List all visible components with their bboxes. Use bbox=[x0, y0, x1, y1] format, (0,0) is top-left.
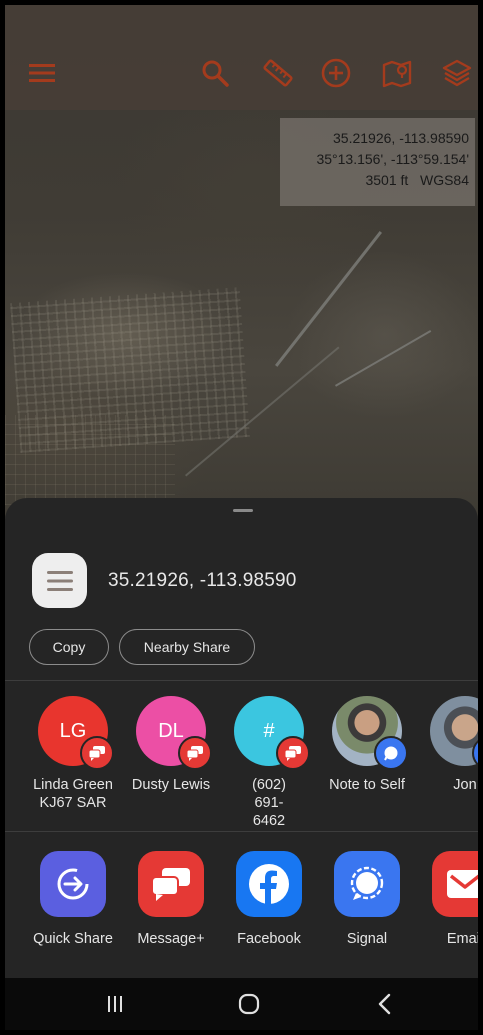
divider bbox=[5, 831, 478, 832]
map-pin-icon[interactable] bbox=[377, 53, 417, 93]
contact-name: Linda Green KJ67 SAR bbox=[33, 777, 113, 811]
map-town-area-south bbox=[5, 415, 175, 505]
share-content-text: 35.21926, -113.98590 bbox=[108, 570, 297, 591]
text-lines-icon bbox=[46, 570, 73, 591]
contact-name: Note to Self bbox=[329, 777, 405, 793]
quick-share-icon bbox=[40, 851, 106, 917]
contact-name: (602) 691-6462 bbox=[252, 777, 286, 829]
menu-icon[interactable] bbox=[22, 53, 62, 93]
map-runway bbox=[275, 231, 383, 367]
contact-name: Jon bbox=[453, 777, 477, 793]
avatar-initials: DL bbox=[158, 719, 184, 742]
ruler-icon[interactable] bbox=[258, 53, 298, 93]
contact-name: Dusty Lewis bbox=[131, 777, 211, 793]
share-sheet: 35.21926, -113.98590 Copy Nearby Share L… bbox=[5, 498, 478, 978]
nearby-share-button[interactable]: Nearby Share bbox=[119, 629, 255, 665]
coord-elevation-row: 3501 ft WGS84 bbox=[280, 170, 469, 191]
coord-datum: WGS84 bbox=[419, 172, 469, 188]
add-icon[interactable] bbox=[316, 53, 356, 93]
avatar-initials: # bbox=[263, 719, 275, 742]
coordinate-readout: 35.21926, -113.98590 35°13.156', -113°59… bbox=[280, 118, 475, 206]
facebook-icon bbox=[236, 851, 302, 917]
search-icon[interactable] bbox=[195, 53, 235, 93]
layers-icon[interactable] bbox=[437, 53, 477, 93]
app-facebook[interactable]: Facebook bbox=[221, 851, 317, 947]
app-label: Quick Share bbox=[33, 931, 113, 947]
signal-badge-icon bbox=[374, 736, 408, 770]
avatar: DL bbox=[136, 696, 212, 770]
coord-dms: 35°13.156', -113°59.154' bbox=[316, 151, 469, 167]
app-message-plus[interactable]: Message+ bbox=[123, 851, 219, 947]
avatar-photo bbox=[430, 696, 478, 770]
map-runway bbox=[335, 330, 432, 387]
divider bbox=[5, 680, 478, 681]
message-plus-badge-icon bbox=[80, 736, 114, 770]
recent-apps-icon[interactable] bbox=[85, 978, 145, 1030]
app-label: Facebook bbox=[237, 931, 301, 947]
home-icon[interactable] bbox=[219, 978, 279, 1030]
contact-linda-green[interactable]: LG Linda Green KJ67 SAR bbox=[25, 696, 121, 812]
contact-phone-number[interactable]: # (602) 691-6462 bbox=[221, 696, 317, 830]
avatar: # bbox=[234, 696, 310, 770]
contact-jon[interactable]: Jon bbox=[417, 696, 478, 794]
app-label: Email bbox=[446, 931, 478, 947]
avatar-initials: LG bbox=[59, 719, 87, 742]
back-icon[interactable] bbox=[355, 978, 415, 1030]
map-toolbar bbox=[5, 5, 478, 110]
app-email[interactable]: Email bbox=[417, 851, 478, 947]
signal-badge-icon bbox=[472, 736, 478, 770]
avatar-photo bbox=[332, 696, 408, 770]
signal-icon bbox=[334, 851, 400, 917]
contact-dusty-lewis[interactable]: DL Dusty Lewis bbox=[123, 696, 219, 794]
app-signal[interactable]: Signal bbox=[319, 851, 415, 947]
coord-elevation: 3501 ft bbox=[365, 172, 409, 188]
app-label: Message+ bbox=[137, 931, 205, 947]
sheet-drag-handle[interactable] bbox=[233, 509, 253, 512]
copy-button[interactable]: Copy bbox=[29, 629, 109, 665]
phone-screen: 35.21926, -113.98590 35°13.156', -113°59… bbox=[5, 5, 478, 1030]
system-nav-bar bbox=[5, 978, 478, 1030]
coord-decimal: 35.21926, -113.98590 bbox=[333, 130, 469, 146]
email-icon bbox=[432, 851, 478, 917]
avatar: LG bbox=[38, 696, 114, 770]
satellite-map[interactable]: 35.21926, -113.98590 35°13.156', -113°59… bbox=[5, 5, 478, 525]
app-quick-share[interactable]: Quick Share bbox=[25, 851, 121, 947]
contact-note-to-self[interactable]: Note to Self bbox=[319, 696, 415, 794]
message-plus-badge-icon bbox=[276, 736, 310, 770]
message-plus-icon bbox=[138, 851, 204, 917]
share-content-thumbnail bbox=[32, 553, 87, 608]
app-label: Signal bbox=[346, 931, 388, 947]
message-plus-badge-icon bbox=[178, 736, 212, 770]
